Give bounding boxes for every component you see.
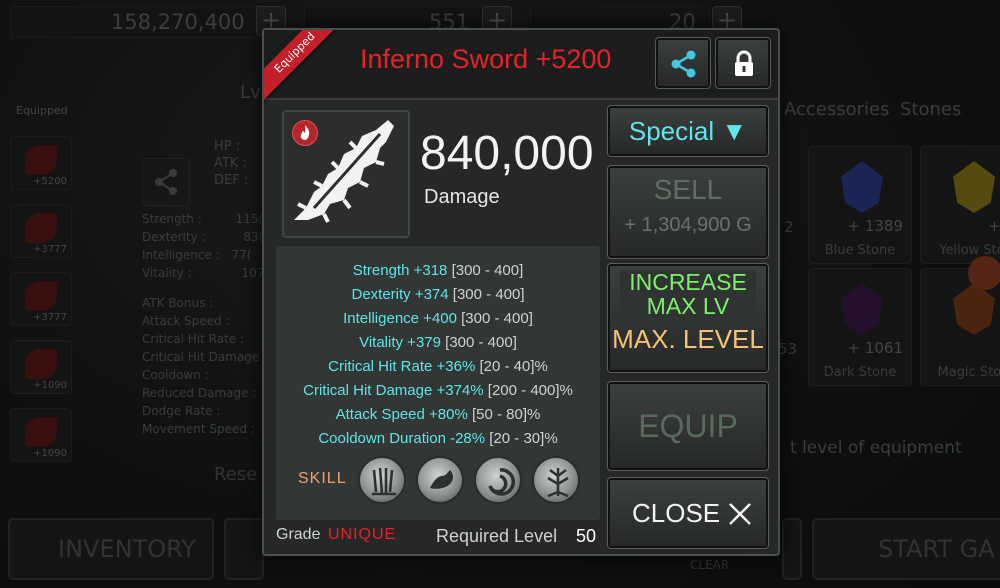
- stat-line: Strength +318 [300 - 400]: [276, 262, 600, 279]
- equipped-ribbon: Equipped: [264, 30, 349, 107]
- required-level-value: 50: [576, 526, 597, 546]
- stat-range: [200 - 400]%: [487, 382, 573, 399]
- stat-line: Dexterity +374 [300 - 400]: [276, 286, 600, 303]
- stat-line: Critical Hit Rate +36% [20 - 40]%: [276, 358, 600, 375]
- stat-line: Critical Hit Damage +374% [200 - 400]%: [276, 382, 600, 399]
- stat-range: [300 - 400]: [445, 334, 517, 351]
- stat-range: [20 - 40]%: [479, 358, 548, 375]
- stat-line: Vitality +379 [300 - 400]: [276, 334, 600, 351]
- stat-range: [50 - 80]%: [471, 406, 541, 423]
- stat-name: Critical Hit Damage +374%: [303, 382, 484, 399]
- stat-line: Cooldown Duration -28% [20 - 30]%: [276, 430, 600, 447]
- item-icon-frame: [282, 110, 410, 238]
- stat-name: Critical Hit Rate +36%: [328, 358, 476, 375]
- required-level-label: Required Level: [436, 526, 558, 546]
- increase-max-level-button[interactable]: INCREASE MAX LV MAX. LEVEL: [607, 263, 769, 373]
- grade-value: UNIQUE: [328, 526, 397, 543]
- strength-arm-skill-icon[interactable]: [416, 456, 464, 504]
- skill-label: SKILL: [298, 470, 347, 487]
- grade-label: Grade: [276, 526, 321, 543]
- max-level-label: MAX. LEVEL: [612, 324, 764, 354]
- item-detail-dialog: Equipped Inferno Sword +5200 840,000 Dam: [262, 28, 780, 556]
- share-icon: [671, 50, 696, 78]
- sell-label: SELL: [653, 174, 723, 205]
- inferno-sword-icon: [294, 120, 394, 223]
- dialog-header: Equipped Inferno Sword +5200: [264, 30, 778, 107]
- sell-button[interactable]: SELL + 1,304,900 G: [607, 165, 769, 259]
- stat-name: Dexterity +374: [351, 286, 449, 303]
- stat-name: Attack Speed +80%: [335, 406, 468, 423]
- stat-range: [300 - 400]: [451, 262, 524, 279]
- stat-line: Intelligence +400 [300 - 400]: [276, 310, 600, 327]
- stat-name: Intelligence +400: [343, 310, 457, 327]
- sell-price: + 1,304,900 G: [624, 214, 752, 236]
- stat-name: Cooldown Duration -28%: [318, 430, 486, 447]
- tree-roots-skill-icon[interactable]: [532, 456, 580, 504]
- equip-button[interactable]: EQUIP: [607, 381, 769, 471]
- close-icon: [729, 503, 751, 525]
- item-stats-panel: Strength +318 [300 - 400] Dexterity +374…: [276, 246, 600, 520]
- stat-name: Strength +318: [352, 262, 448, 279]
- lock-icon: [735, 50, 753, 76]
- stat-line: Attack Speed +80% [50 - 80]%: [276, 406, 600, 423]
- sword-rain-skill-icon[interactable]: [358, 456, 406, 504]
- item-title: Inferno Sword +5200: [360, 44, 612, 74]
- close-button[interactable]: CLOSE: [607, 477, 769, 549]
- swirl-skill-icon[interactable]: [474, 456, 522, 504]
- damage-value: 840,000: [420, 127, 594, 180]
- share-button[interactable]: [655, 37, 711, 89]
- stat-range: [300 - 400]: [461, 310, 533, 327]
- stat-range: [20 - 30]%: [489, 430, 558, 447]
- damage-label: Damage: [424, 186, 500, 208]
- stat-name: Vitality +379: [359, 334, 441, 351]
- close-label: CLOSE: [632, 498, 721, 528]
- lock-button[interactable]: [715, 37, 771, 89]
- stat-range: [300 - 400]: [452, 286, 525, 303]
- special-dropdown-button[interactable]: Special ▼: [607, 105, 769, 157]
- increase-max-lv-label: INCREASE MAX LV: [620, 270, 756, 318]
